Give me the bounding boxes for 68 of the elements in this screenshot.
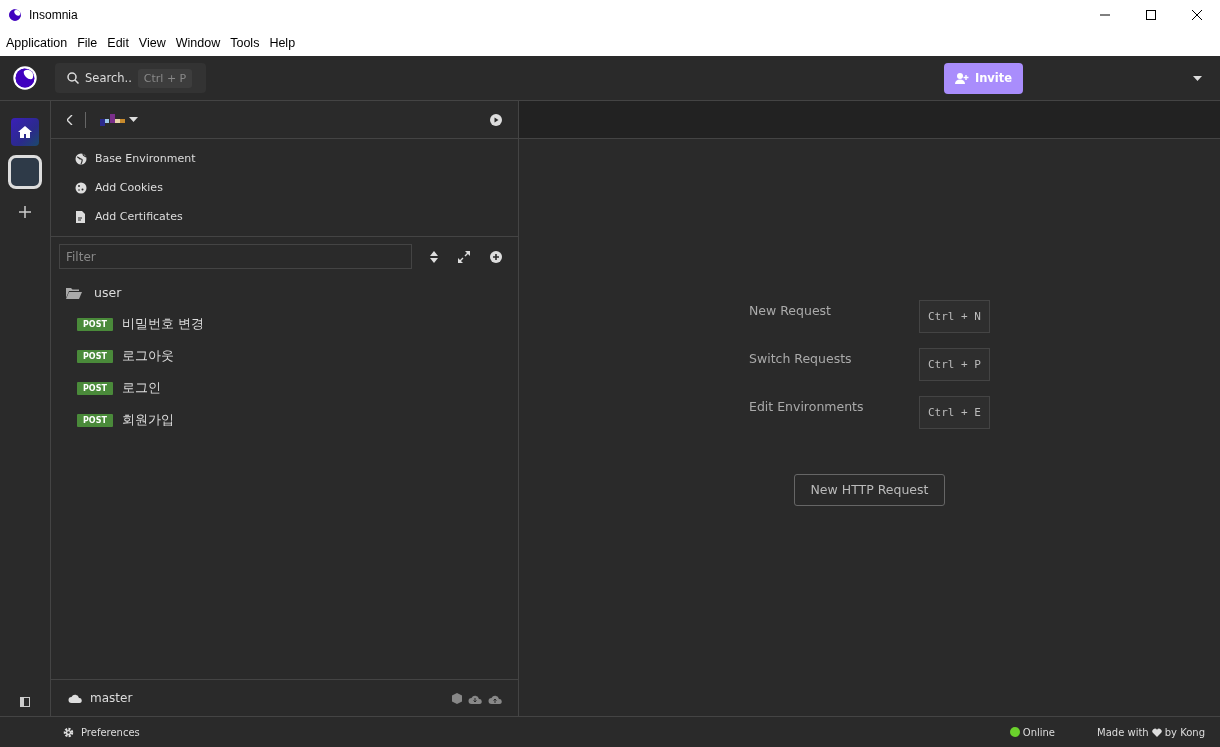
sort-icon[interactable]: [430, 250, 438, 263]
credit-text: Made with: [1097, 726, 1149, 738]
cube-icon[interactable]: [452, 692, 462, 704]
sidebar-action[interactable]: Add Cookies: [51, 173, 518, 202]
home-icon: [18, 126, 32, 138]
shortcut-key: Ctrl + E: [919, 395, 990, 429]
sidebar-toggle-icon[interactable]: [20, 697, 30, 707]
menu-item[interactable]: Edit: [102, 36, 134, 50]
back-icon[interactable]: [67, 114, 73, 125]
search-icon: [67, 72, 79, 84]
project-selector[interactable]: [100, 113, 138, 126]
caret-icon: [129, 117, 138, 122]
close-icon[interactable]: [1192, 10, 1202, 20]
user-plus-icon: [954, 72, 969, 84]
menu-item[interactable]: Application: [1, 36, 73, 50]
method-badge: POST: [77, 317, 113, 331]
document-icon: [75, 210, 87, 223]
branch-selector[interactable]: master: [68, 691, 133, 705]
menu-item[interactable]: View: [133, 36, 171, 50]
pixel-logo-icon: [100, 113, 125, 126]
heart-icon: [1151, 727, 1162, 737]
method-badge: POST: [77, 349, 113, 363]
credit-text: by Kong: [1164, 726, 1205, 738]
shortcut-key: Ctrl + N: [919, 299, 990, 333]
globe-icon: [75, 152, 87, 165]
new-request-button[interactable]: New HTTP Request: [793, 473, 946, 506]
caret-icon[interactable]: [1193, 75, 1202, 81]
sidebar-action[interactable]: Add Certificates: [51, 202, 518, 231]
request-item[interactable]: POST 비밀번호 변경: [51, 308, 518, 340]
cookie-icon: [75, 181, 87, 194]
request-item[interactable]: POST 로그아웃: [51, 340, 518, 372]
shortcut-label: New Request: [749, 301, 832, 320]
search-button[interactable]: Search.. Ctrl + P: [55, 63, 207, 93]
shortcut-label: Edit Environments: [749, 397, 865, 416]
shortcut-key: Ctrl + P: [919, 347, 990, 381]
menu-item[interactable]: File: [72, 36, 103, 50]
preferences-button[interactable]: Preferences: [63, 726, 140, 738]
status-label: Online: [1022, 726, 1056, 738]
method-badge: POST: [77, 381, 113, 395]
menu-item[interactable]: Tools: [225, 36, 265, 50]
search-label: Search..: [85, 71, 132, 85]
gear-icon: [63, 726, 74, 738]
request-name: 로그인: [121, 379, 161, 397]
project-tile[interactable]: [8, 155, 42, 189]
open-folder-icon: [66, 285, 82, 299]
plus-circle-icon[interactable]: [490, 250, 502, 263]
folder-item[interactable]: user: [51, 276, 518, 308]
shortcut-label: Switch Requests: [749, 349, 853, 368]
menu-item[interactable]: Window: [170, 36, 226, 50]
home-button[interactable]: [11, 118, 39, 146]
request-name: 비밀번호 변경: [121, 315, 205, 333]
maximize-icon[interactable]: [1146, 10, 1156, 20]
request-item[interactable]: POST 로그인: [51, 372, 518, 404]
method-badge: POST: [77, 413, 113, 427]
app-logo-icon: [12, 65, 38, 91]
menu-item[interactable]: Help: [264, 36, 301, 50]
request-name: 회원가입: [121, 411, 174, 429]
cloud-icon: [68, 693, 82, 703]
filter-field[interactable]: Filter: [59, 244, 412, 269]
expand-icon[interactable]: [458, 250, 470, 263]
request-name: 로그아웃: [121, 347, 174, 365]
sidebar-action[interactable]: Base Environment: [51, 144, 518, 173]
plus-icon[interactable]: [19, 206, 31, 218]
shortcut-hint: Ctrl + P: [137, 68, 193, 88]
play-icon[interactable]: [490, 113, 502, 126]
request-item[interactable]: POST 회원가입: [51, 404, 518, 436]
app-logo-icon: [7, 7, 23, 23]
window-title: Insomnia: [29, 8, 78, 22]
